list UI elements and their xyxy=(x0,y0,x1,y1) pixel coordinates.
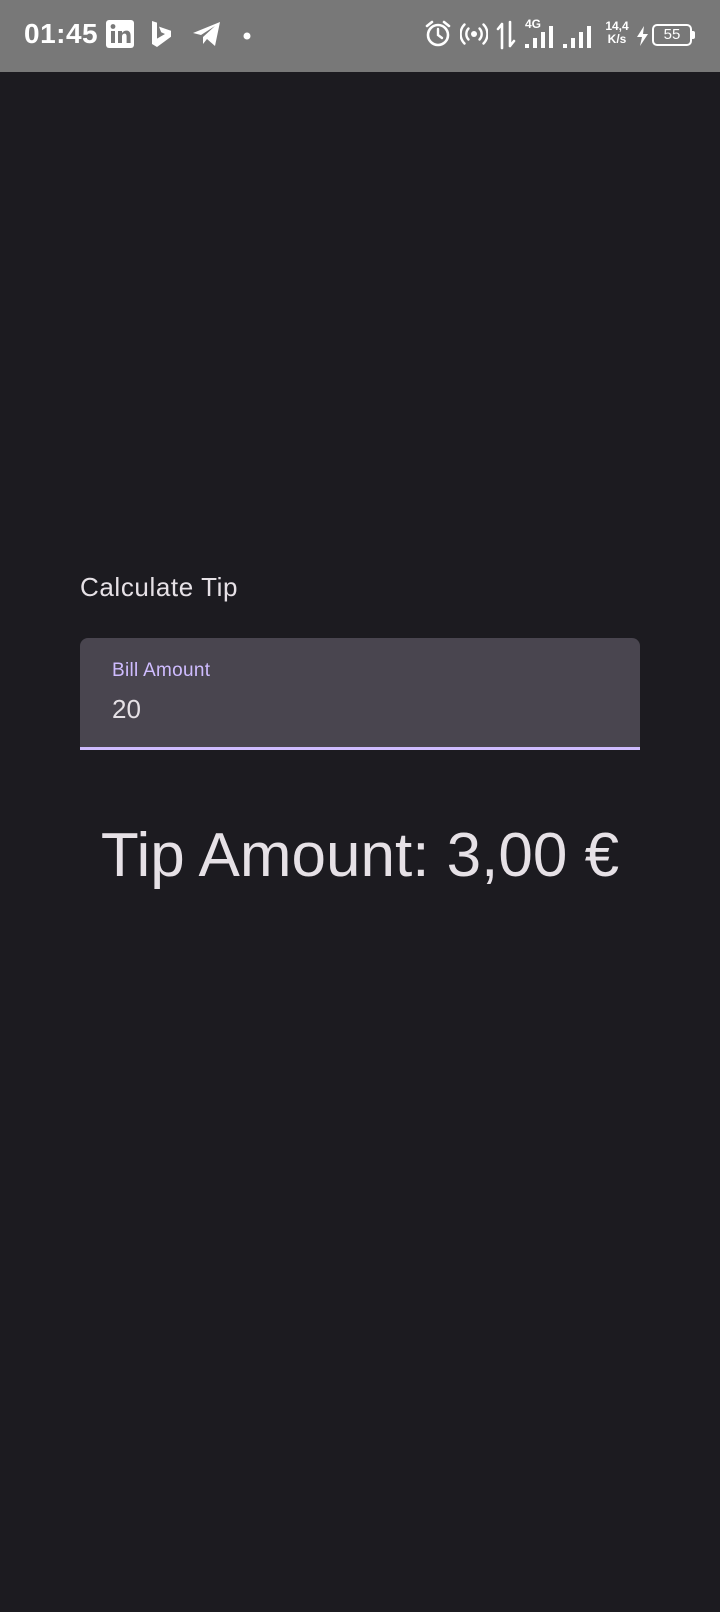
bing-icon xyxy=(150,20,172,52)
tip-amount-text: Tip Amount: 3,00 € xyxy=(100,821,620,890)
net-speed: 14,4 K/s xyxy=(604,20,630,46)
page-title: Calculate Tip xyxy=(80,572,239,602)
status-bar: 01:45 4G 14,4 K/s 55 xyxy=(0,0,720,72)
dot-icon xyxy=(243,32,251,64)
battery-icon: 55 xyxy=(652,24,695,46)
bill-amount-label: Bill Amount xyxy=(112,660,211,681)
bill-amount-field[interactable]: Bill Amount xyxy=(80,638,640,750)
bill-amount-input[interactable] xyxy=(112,694,612,725)
status-time: 01:45 xyxy=(24,18,99,49)
charging-icon xyxy=(636,26,650,58)
telegram-icon xyxy=(192,20,222,52)
data-transfer-icon xyxy=(496,20,516,52)
signal-icon xyxy=(524,20,556,52)
app-screen: Calculate Tip Bill Amount Tip Amount: 3,… xyxy=(0,72,720,1612)
hotspot-icon xyxy=(460,20,488,52)
net-speed-unit: K/s xyxy=(607,32,627,46)
alarm-icon xyxy=(424,20,452,52)
signal-icon xyxy=(562,20,594,52)
linkedin-icon xyxy=(106,20,134,52)
